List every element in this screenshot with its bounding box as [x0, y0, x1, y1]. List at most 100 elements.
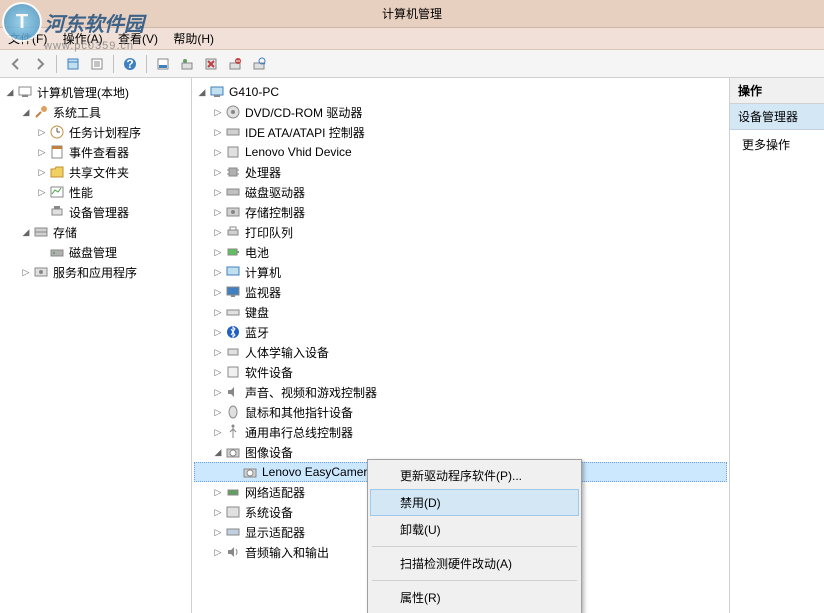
- expand-icon[interactable]: ▷: [212, 286, 224, 298]
- scan-hardware-button[interactable]: [249, 54, 269, 74]
- dvd-icon: [225, 104, 241, 120]
- expand-icon[interactable]: ▷: [36, 126, 48, 138]
- tree-shared-folders[interactable]: ▷ 共享文件夹: [2, 162, 189, 182]
- folder-share-icon: [49, 164, 65, 180]
- tree-task-scheduler[interactable]: ▷ 任务计划程序: [2, 122, 189, 142]
- expand-icon[interactable]: ▷: [20, 266, 32, 278]
- device-dvdrom[interactable]: ▷DVD/CD-ROM 驱动器: [194, 102, 727, 122]
- update-driver-button[interactable]: [177, 54, 197, 74]
- device-software[interactable]: ▷软件设备: [194, 362, 727, 382]
- expand-icon[interactable]: ▷: [36, 186, 48, 198]
- expand-icon[interactable]: ◢: [20, 106, 32, 118]
- refresh-button[interactable]: [153, 54, 173, 74]
- expand-icon[interactable]: ▷: [212, 526, 224, 538]
- keyboard-icon: [225, 304, 241, 320]
- menu-disable[interactable]: 禁用(D): [370, 489, 579, 516]
- expand-icon[interactable]: ▷: [212, 386, 224, 398]
- show-hide-tree-button[interactable]: [63, 54, 83, 74]
- menu-help[interactable]: 帮助(H): [173, 32, 214, 46]
- menu-update-driver[interactable]: 更新驱动程序软件(P)...: [370, 462, 579, 489]
- audio-icon: [225, 384, 241, 400]
- device-print-queues[interactable]: ▷打印队列: [194, 222, 727, 242]
- menu-properties[interactable]: 属性(R): [370, 584, 579, 611]
- menu-scan-hardware[interactable]: 扫描检测硬件改动(A): [370, 550, 579, 577]
- device-lenovo-vhid[interactable]: ▷Lenovo Vhid Device: [194, 142, 727, 162]
- disable-button[interactable]: [225, 54, 245, 74]
- expand-icon[interactable]: ▷: [212, 226, 224, 238]
- more-actions-link[interactable]: 更多操作: [730, 130, 824, 159]
- clock-icon: [49, 124, 65, 140]
- expand-icon[interactable]: ▷: [212, 366, 224, 378]
- expand-icon[interactable]: ▷: [212, 326, 224, 338]
- device-mouse[interactable]: ▷鼠标和其他指针设备: [194, 402, 727, 422]
- expand-icon[interactable]: ▷: [212, 126, 224, 138]
- hid-icon: [225, 144, 241, 160]
- expand-icon[interactable]: ▷: [212, 486, 224, 498]
- expand-icon[interactable]: ▷: [212, 426, 224, 438]
- expand-icon[interactable]: ▷: [212, 186, 224, 198]
- toolbar-separator: [146, 55, 147, 73]
- device-storage-controllers[interactable]: ▷存储控制器: [194, 202, 727, 222]
- menu-separator: [372, 580, 577, 581]
- device-cpu[interactable]: ▷处理器: [194, 162, 727, 182]
- help-button[interactable]: ?: [120, 54, 140, 74]
- expand-icon[interactable]: ▷: [212, 506, 224, 518]
- properties-button[interactable]: [87, 54, 107, 74]
- tree-services-apps[interactable]: ▷ 服务和应用程序: [2, 262, 189, 282]
- uninstall-button[interactable]: [201, 54, 221, 74]
- device-monitors[interactable]: ▷监视器: [194, 282, 727, 302]
- context-menu: 更新驱动程序软件(P)... 禁用(D) 卸载(U) 扫描检测硬件改动(A) 属…: [367, 459, 582, 613]
- storage-ctrl-icon: [225, 204, 241, 220]
- tree-disk-management[interactable]: ▷ 磁盘管理: [2, 242, 189, 262]
- device-ide[interactable]: ▷IDE ATA/ATAPI 控制器: [194, 122, 727, 142]
- tree-root-computer-mgmt[interactable]: ◢ 计算机管理(本地): [2, 82, 189, 102]
- expand-icon[interactable]: ▷: [212, 346, 224, 358]
- monitor-icon: [225, 284, 241, 300]
- menu-uninstall[interactable]: 卸载(U): [370, 516, 579, 543]
- menu-view[interactable]: 查看(V): [118, 32, 158, 46]
- usb-icon: [225, 424, 241, 440]
- expand-icon[interactable]: ▷: [212, 306, 224, 318]
- tree-event-viewer[interactable]: ▷ 事件查看器: [2, 142, 189, 162]
- tree-system-tools[interactable]: ◢ 系统工具: [2, 102, 189, 122]
- tree-device-manager[interactable]: ▷ 设备管理器: [2, 202, 189, 222]
- device-hid[interactable]: ▷人体学输入设备: [194, 342, 727, 362]
- device-usb[interactable]: ▷通用串行总线控制器: [194, 422, 727, 442]
- device-audio[interactable]: ▷声音、视频和游戏控制器: [194, 382, 727, 402]
- expand-icon[interactable]: ▷: [212, 246, 224, 258]
- device-bluetooth[interactable]: ▷蓝牙: [194, 322, 727, 342]
- tree-performance[interactable]: ▷ 性能: [2, 182, 189, 202]
- services-icon: [33, 264, 49, 280]
- tools-icon: [33, 104, 49, 120]
- bluetooth-icon: [225, 324, 241, 340]
- menu-action[interactable]: 操作(A): [63, 32, 103, 46]
- expand-icon[interactable]: ▷: [212, 406, 224, 418]
- expand-icon[interactable]: ◢: [212, 446, 224, 458]
- expand-icon[interactable]: ▷: [212, 546, 224, 558]
- device-root[interactable]: ◢ G410-PC: [194, 82, 727, 102]
- expand-icon[interactable]: ◢: [196, 86, 208, 98]
- expand-icon[interactable]: ▷: [212, 146, 224, 158]
- expand-icon[interactable]: ▷: [212, 206, 224, 218]
- device-computer[interactable]: ▷计算机: [194, 262, 727, 282]
- expand-icon[interactable]: ▷: [36, 166, 48, 178]
- mouse-icon: [225, 404, 241, 420]
- battery-icon: [225, 244, 241, 260]
- expand-icon[interactable]: ◢: [4, 86, 16, 98]
- device-battery[interactable]: ▷电池: [194, 242, 727, 262]
- tree-storage[interactable]: ◢ 存储: [2, 222, 189, 242]
- computer-mgmt-icon: [17, 84, 33, 100]
- expand-icon[interactable]: ▷: [212, 106, 224, 118]
- forward-button[interactable]: [30, 54, 50, 74]
- expand-icon[interactable]: ▷: [36, 146, 48, 158]
- device-disk-drives[interactable]: ▷磁盘驱动器: [194, 182, 727, 202]
- menu-file[interactable]: 文件(F): [8, 32, 47, 46]
- menubar: 文件(F) 操作(A) 查看(V) 帮助(H): [0, 28, 824, 50]
- window-title: 计算机管理: [382, 7, 442, 21]
- disk-icon: [49, 244, 65, 260]
- back-button[interactable]: [6, 54, 26, 74]
- expand-icon[interactable]: ▷: [212, 266, 224, 278]
- device-keyboard[interactable]: ▷键盘: [194, 302, 727, 322]
- expand-icon[interactable]: ▷: [212, 166, 224, 178]
- expand-icon[interactable]: ◢: [20, 226, 32, 238]
